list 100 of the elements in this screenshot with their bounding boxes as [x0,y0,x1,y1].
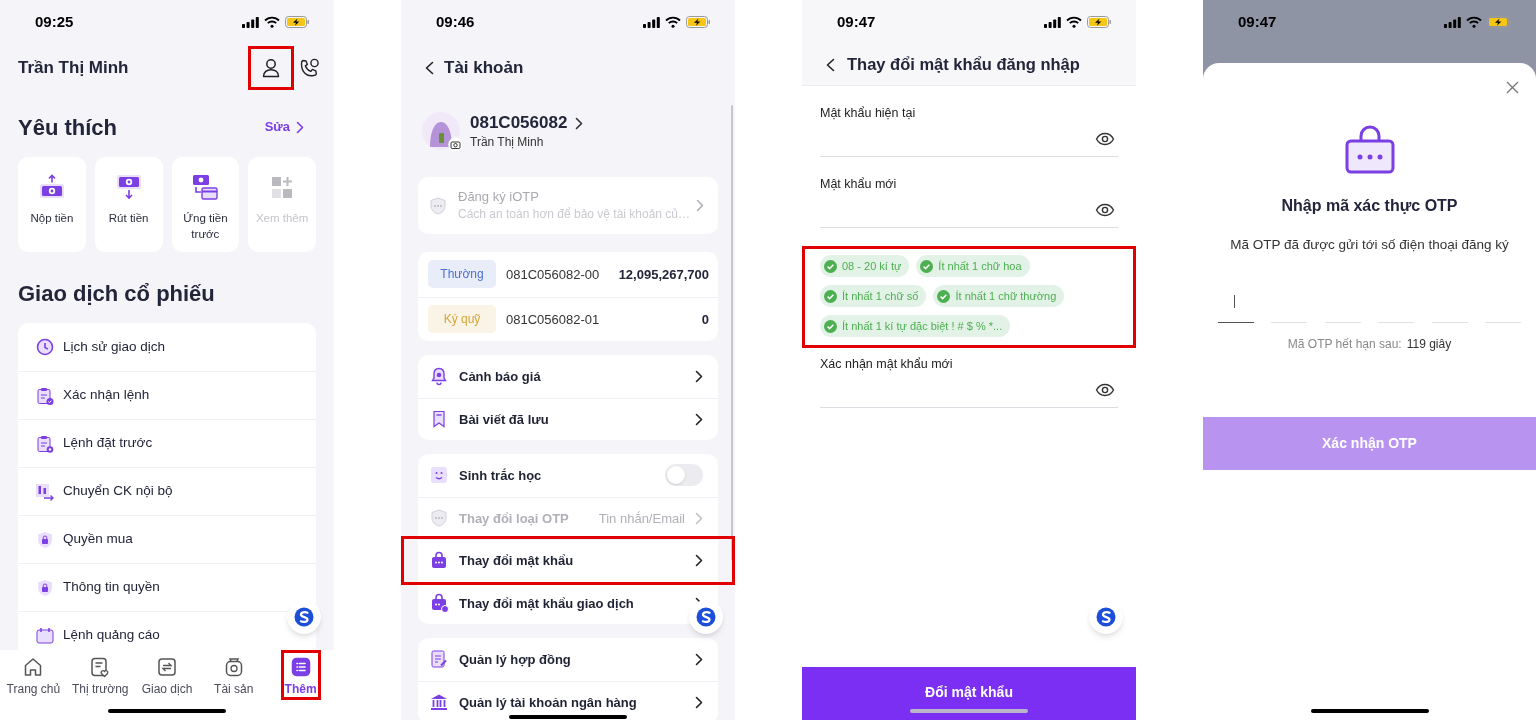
eye-icon[interactable] [1095,201,1115,218]
bank-icon [429,692,449,713]
check-circle-icon [920,259,934,273]
wifi-icon [1066,16,1082,28]
chevron-icon [695,554,703,568]
menu-item[interactable]: Thay đổi mật khẩu [418,539,718,582]
chevron-icon [296,120,304,134]
menu-item[interactable]: Lệnh đặt trước [18,419,316,467]
menu-item[interactable]: Cảnh báo giá [418,355,718,398]
menu-item[interactable]: Chuyển CK nội bộ [18,467,316,515]
tab[interactable]: Giao dịch [137,650,197,700]
screen-title: Thay đổi mật khẩu đăng nhập [847,54,1080,76]
menu-item[interactable]: Quản lý tài khoản ngân hàng [418,680,718,720]
account-name: Trần Thị Minh [470,134,545,150]
wifi-icon [264,16,280,28]
candlestick-icon [35,481,55,502]
status-time: 09:25 [35,11,74,32]
section-title: Giao dịch cổ phiếu [18,279,215,308]
avatar [422,112,460,150]
signal-icon [643,16,660,28]
menu-item[interactable]: Quyền mua [18,515,316,563]
menu-item[interactable]: Quản lý hợp đồng [418,638,718,681]
shield-icon [428,195,448,216]
expiry-value: 119 giây [1406,336,1452,354]
menu-item[interactable]: Thông tin quyền [18,563,316,611]
menu-value: Tin nhắn/Email [598,509,685,528]
chevron-icon [695,652,703,666]
signal-icon [1044,16,1061,28]
status-time: 09:47 [1238,11,1277,32]
account-type-tag: Thường [428,260,496,289]
submit-button[interactable]: Đổi mật khẩu [802,667,1136,720]
toggle-switch[interactable] [665,464,703,487]
exchange-icon [156,656,178,678]
calendar-icon [35,625,55,646]
card-title: Đăng ký iOTP [458,188,540,206]
menu-item[interactable]: Xác nhận lệnh [18,371,316,419]
check-circle-icon [824,259,837,273]
menu-item[interactable]: Sinh trắc học [418,454,718,497]
eye-icon[interactable] [1095,130,1115,147]
expiry-label: Mã OTP hết hạn sau: [1287,336,1402,354]
menu-item[interactable]: Lịch sử giao dịch [18,323,316,371]
money-down-icon [114,174,143,200]
account-balance: 12,095,267,700 [618,265,709,284]
tab[interactable]: Trang chủ [2,650,65,700]
requirement-text: Ít nhất 1 chữ hoa [938,258,1022,274]
wifi-icon [1466,16,1482,28]
back-icon[interactable] [826,57,835,72]
battery-icon [686,16,711,28]
account-type-tag: Ký quỹ [428,305,496,334]
shortcut-card[interactable]: Ứng tiền trước [171,157,240,252]
logo-icon [1096,607,1116,627]
face-icon [429,465,449,486]
text-cursor [1234,295,1235,309]
check-circle-icon [937,289,951,303]
floating-logo-button[interactable] [1089,600,1123,634]
account-id[interactable]: 081C056082 [470,112,568,134]
chevron-icon [695,412,703,426]
floating-logo-button[interactable] [689,600,723,634]
screen-title: Tài khoản [444,57,524,80]
shortcut-card[interactable]: Nộp tiền [18,157,86,252]
account-balance: 0 [701,310,709,329]
account-number: 081C056082-00 [506,265,601,284]
battery-icon [1087,16,1112,28]
shortcut-card[interactable]: Rút tiền [94,157,163,252]
dialog-title: Nhập mã xác thực OTP [1281,196,1458,216]
signal-icon [1444,16,1461,28]
status-time: 09:47 [837,11,876,32]
clipboard-check-icon [35,385,55,406]
dialog-message: Mã OTP đã được gửi tới số điện thoại đăng ký [1230,236,1509,254]
requirement-text: 08 - 20 kí tự [842,258,902,274]
camera-icon[interactable] [448,137,463,152]
phone-icon[interactable] [298,57,320,79]
tab[interactable]: Tài sản [210,650,258,700]
profile-button[interactable] [248,46,294,90]
money-up-icon [37,174,66,200]
close-icon[interactable] [1506,81,1519,94]
tab[interactable]: Thêm [280,650,321,700]
shield-icon [429,508,449,529]
tab[interactable]: Thị trường [67,650,133,700]
eye-icon[interactable] [1095,381,1115,398]
menu-item[interactable]: Lệnh quảng cáo [18,611,316,650]
chevron-icon [695,369,703,383]
chevron-icon [696,199,704,212]
money-card-icon [191,174,220,200]
requirement-text: Ít nhất 1 kí tự đặc biệt ! # $ % *... [842,318,1003,334]
lock-icon [1344,124,1395,174]
list-icon [289,656,312,678]
edit-link[interactable]: Sửa [264,117,304,137]
logo-icon [696,607,716,627]
section-title: Yêu thích [18,113,117,142]
status-time: 09:46 [436,11,475,32]
menu-item[interactable]: Bài viết đã lưu [418,397,718,440]
logo-icon [294,607,314,627]
wifi-icon [665,16,681,28]
battery-icon [285,16,310,28]
back-icon[interactable] [425,61,434,75]
person-icon [260,57,282,79]
check-circle-icon [824,319,837,333]
clipboard-icon [35,433,55,454]
chevron-icon [575,116,584,130]
